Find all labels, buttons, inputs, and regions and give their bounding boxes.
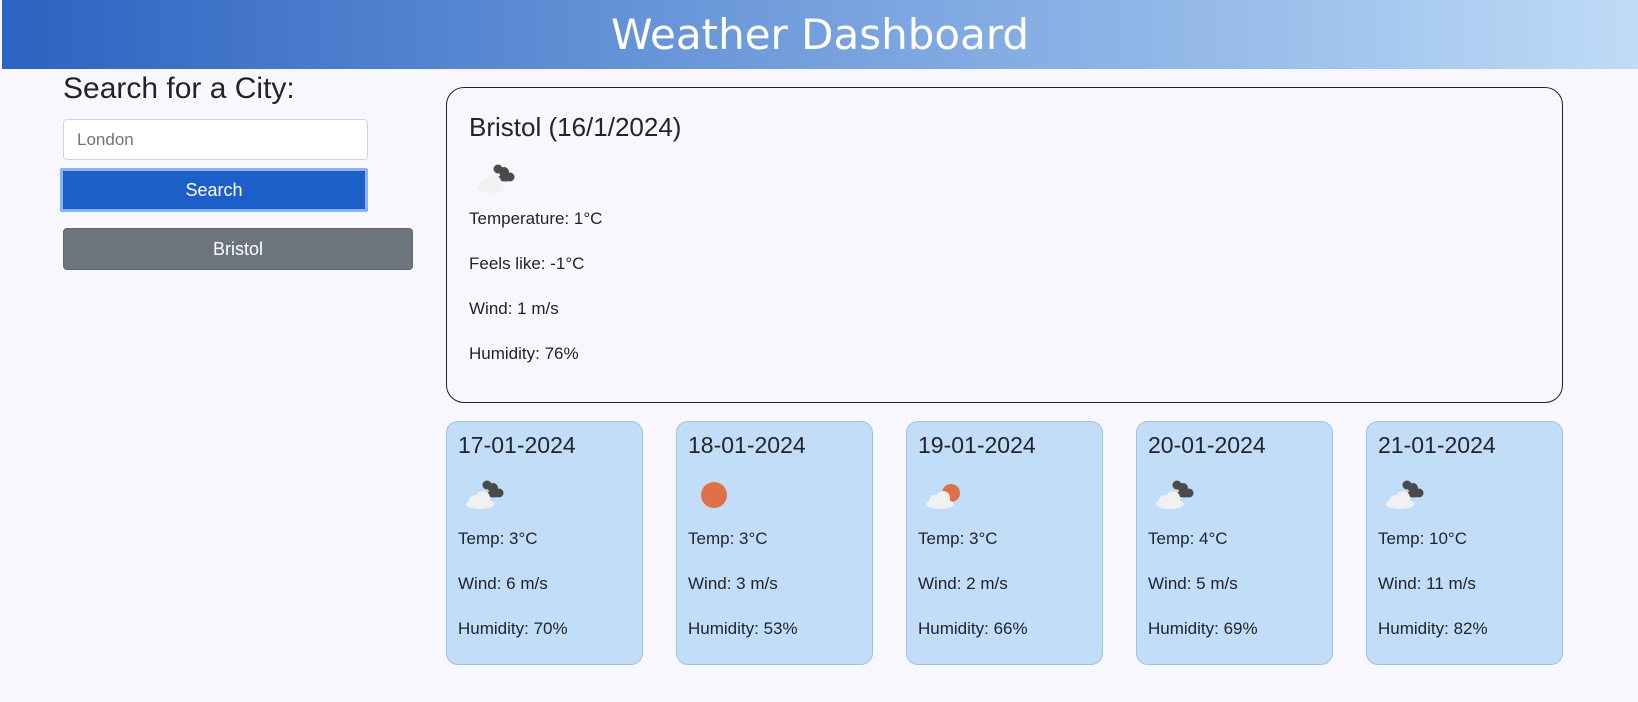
forecast-humidity: Humidity: 82% bbox=[1378, 619, 1488, 638]
broken-clouds-icon bbox=[477, 164, 515, 193]
few-clouds-icon bbox=[926, 484, 960, 509]
clear-sky-icon bbox=[701, 482, 727, 508]
forecast-card: 21-01-2024 Temp: 10°C Wind: 11 m/s Humid… bbox=[1366, 421, 1563, 665]
forecast-date: 17-01-2024 bbox=[458, 432, 576, 458]
forecast-temp: Temp: 3°C bbox=[918, 529, 998, 548]
current-weather-heading: Bristol (16/1/2024) bbox=[469, 112, 682, 142]
broken-clouds-icon bbox=[1386, 480, 1424, 509]
forecast-card: 17-01-2024 Temp: 3°C Wind: 6 m/s Humidit… bbox=[446, 421, 643, 665]
forecast-wind: Wind: 6 m/s bbox=[458, 574, 548, 593]
forecast-temp: Temp: 10°C bbox=[1378, 529, 1468, 548]
forecast-wind: Wind: 2 m/s bbox=[918, 574, 1008, 593]
forecast-card: 18-01-2024 Temp: 3°C Wind: 3 m/s Humidit… bbox=[676, 421, 873, 665]
forecast-temp: Temp: 3°C bbox=[688, 529, 768, 548]
current-temperature: Temperature: 1°C bbox=[469, 209, 603, 228]
current-weather-card: Bristol (16/1/2024) Temperature: 1°C Fee… bbox=[446, 87, 1563, 403]
forecast-card: 19-01-2024 Temp: 3°C Wind: 2 m/s Humidit… bbox=[906, 421, 1103, 665]
forecast-card: 20-01-2024 Temp: 4°C Wind: 5 m/s Humidit… bbox=[1136, 421, 1333, 665]
broken-clouds-icon bbox=[1156, 480, 1194, 509]
broken-clouds-icon bbox=[466, 480, 504, 509]
forecast-humidity: Humidity: 66% bbox=[918, 619, 1028, 638]
forecast-date: 19-01-2024 bbox=[918, 432, 1036, 458]
forecast-temp: Temp: 4°C bbox=[1148, 529, 1228, 548]
page-title: Weather Dashboard bbox=[610, 10, 1030, 59]
forecast-humidity: Humidity: 53% bbox=[688, 619, 798, 638]
forecast-wind: Wind: 5 m/s bbox=[1148, 574, 1238, 593]
current-humidity: Humidity: 76% bbox=[469, 344, 579, 363]
search-title: Search for a City: bbox=[63, 72, 295, 105]
current-wind: Wind: 1 m/s bbox=[469, 299, 559, 318]
current-feels-like: Feels like: -1°C bbox=[469, 254, 585, 273]
forecast-wind: Wind: 3 m/s bbox=[688, 574, 778, 593]
forecast-date: 20-01-2024 bbox=[1148, 432, 1266, 458]
forecast-date: 21-01-2024 bbox=[1378, 432, 1496, 458]
history-button-bristol[interactable]: Bristol bbox=[63, 228, 413, 270]
forecast-humidity: Humidity: 69% bbox=[1148, 619, 1258, 638]
page-header: Weather Dashboard bbox=[2, 0, 1638, 69]
search-button[interactable]: Search bbox=[60, 168, 368, 212]
city-search-input[interactable] bbox=[63, 119, 368, 160]
forecast-wind: Wind: 11 m/s bbox=[1378, 574, 1476, 593]
forecast-date: 18-01-2024 bbox=[688, 432, 806, 458]
forecast-temp: Temp: 3°C bbox=[458, 529, 538, 548]
forecast-humidity: Humidity: 70% bbox=[458, 619, 568, 638]
